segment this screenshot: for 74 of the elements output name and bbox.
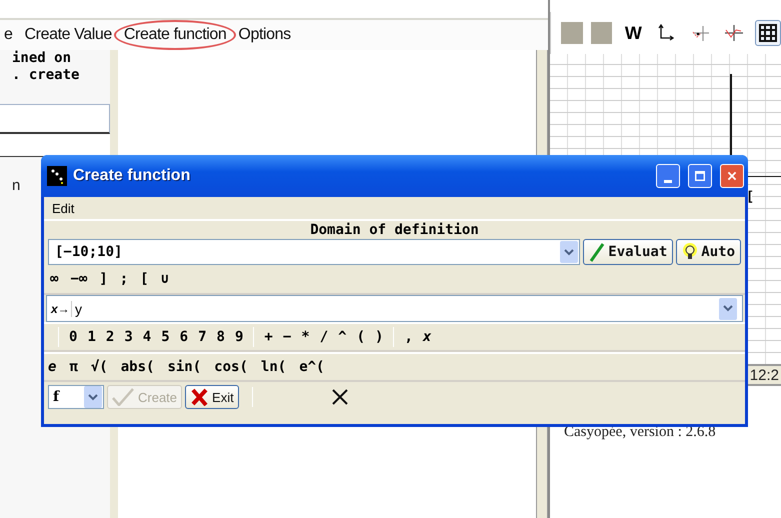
dropdown-button[interactable] (719, 298, 737, 320)
panel-text: ined on (11, 50, 72, 67)
calc-key[interactable]: ^ (338, 329, 347, 345)
calc-key[interactable]: ) (375, 329, 384, 345)
auto-button[interactable]: Auto (676, 239, 741, 265)
caret-icon (88, 394, 98, 400)
dropdown-button[interactable] (84, 386, 102, 408)
symbol-key[interactable]: ; (120, 271, 128, 287)
symbol-key[interactable]: [ (140, 271, 149, 287)
graph-label: [ (748, 188, 752, 203)
function-key[interactable]: e (48, 359, 56, 375)
function-key[interactable]: √( (90, 359, 108, 375)
function-key[interactable]: sin( (167, 359, 202, 375)
curve-point-icon (690, 23, 711, 43)
function-key[interactable]: π (69, 359, 78, 375)
evaluate-button[interactable]: Evaluat (583, 239, 674, 265)
panel-label: n (11, 177, 22, 194)
checkmark-icon (112, 388, 134, 406)
close-icon (727, 169, 737, 183)
caret-icon (723, 305, 733, 312)
function-input[interactable]: y (71, 300, 718, 316)
calc-key[interactable]: ( (356, 329, 365, 345)
calc-key[interactable]: 5 (161, 329, 170, 345)
calc-key[interactable]: 2 (106, 329, 114, 345)
variable-label: x→ (51, 302, 71, 316)
function-key[interactable]: abs( (120, 359, 154, 375)
calc-key[interactable]: 8 (216, 329, 225, 345)
function-key[interactable]: ln( (260, 359, 286, 375)
toolbar-button[interactable]: W (620, 20, 646, 46)
close-icon (330, 388, 349, 406)
exit-button[interactable]: Exit (185, 385, 239, 409)
calc-key[interactable]: 7 (198, 329, 206, 345)
dropdown-button[interactable] (560, 241, 578, 263)
name-select[interactable]: f (48, 385, 104, 409)
symbol-key[interactable]: −∞ (70, 271, 88, 287)
calc-key[interactable]: 4 (142, 329, 152, 345)
curve-icon (724, 23, 744, 43)
function-combo[interactable]: x→ y (46, 295, 743, 322)
minimize-button[interactable] (656, 164, 680, 188)
calc-key[interactable]: 9 (234, 329, 244, 345)
grid-icon (759, 24, 778, 42)
function-key[interactable]: e^( (299, 359, 324, 375)
calc-key[interactable]: 6 (180, 329, 188, 345)
maximize-icon (695, 169, 705, 183)
symbol-key[interactable]: ∞ (50, 271, 58, 287)
calc-key[interactable]: / (320, 329, 328, 345)
calc-key[interactable]: 1 (87, 329, 96, 345)
panel-text: . create (11, 67, 80, 84)
color-swatch[interactable] (561, 22, 583, 44)
pencil-icon (589, 242, 606, 262)
close-button[interactable] (720, 164, 744, 188)
window-title: Create function (73, 167, 192, 185)
cross-icon (190, 388, 208, 406)
color-swatch[interactable] (590, 22, 612, 44)
calc-key[interactable]: + (264, 329, 273, 345)
function-key[interactable]: cos( (214, 359, 248, 375)
lightbulb-icon (682, 242, 698, 262)
domain-combo[interactable]: [−10;10] (48, 239, 580, 265)
maximize-button[interactable] (688, 164, 712, 188)
calc-key[interactable]: * (301, 329, 310, 345)
app-icon (47, 166, 67, 186)
minimize-icon (664, 180, 672, 182)
symbol-key[interactable]: ] (99, 271, 108, 287)
calc-key[interactable]: x (422, 329, 432, 345)
menu-item[interactable]: Edit (52, 200, 74, 216)
symbol-key[interactable]: ∪ (160, 271, 170, 287)
section-heading: Domain of definition (309, 221, 480, 239)
calc-key[interactable]: , (404, 329, 413, 345)
calc-key[interactable]: − (282, 329, 292, 345)
calc-key[interactable]: 3 (124, 329, 133, 345)
calc-key[interactable]: 0 (69, 329, 78, 345)
toolbar-button[interactable] (755, 20, 781, 46)
caret-icon (564, 248, 574, 256)
status-time: 12:2 (750, 366, 779, 384)
